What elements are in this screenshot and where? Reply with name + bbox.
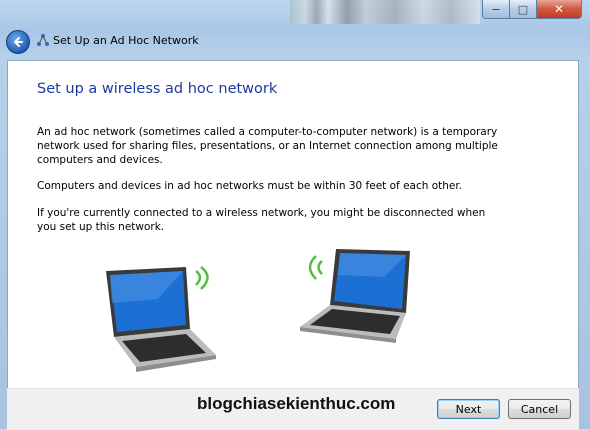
minimize-button[interactable]: − (482, 0, 510, 19)
maximize-button[interactable]: □ (510, 0, 537, 19)
laptop-wireless-icon (300, 249, 410, 343)
window-frame: − □ ✕ Set Up an Ad Hoc Network Set up a … (0, 0, 590, 430)
page-heading: Set up a wireless ad hoc network (37, 81, 278, 97)
range-paragraph: Computers and devices in ad hoc networks… (37, 180, 463, 192)
next-button[interactable]: Next (437, 399, 500, 419)
close-button[interactable]: ✕ (537, 0, 582, 19)
laptop-wireless-icon (106, 266, 216, 372)
wizard-content: Set up a wireless ad hoc network An ad h… (7, 60, 579, 389)
window-controls: − □ ✕ (482, 0, 582, 19)
window-title: Set Up an Ad Hoc Network (53, 34, 199, 47)
network-icon (37, 34, 49, 46)
watermark-text: blogchiasekienthuc.com (197, 394, 396, 413)
disconnect-paragraph: If you're currently connected to a wirel… (37, 207, 486, 233)
cancel-button[interactable]: Cancel (508, 399, 571, 419)
title-bar: Set Up an Ad Hoc Network (0, 28, 590, 58)
background-strip (290, 0, 480, 24)
back-arrow-icon[interactable] (6, 30, 30, 54)
intro-paragraph: An ad hoc network (sometimes called a co… (37, 126, 498, 166)
wizard-footer: blogchiasekienthuc.com Next Cancel (7, 388, 579, 430)
